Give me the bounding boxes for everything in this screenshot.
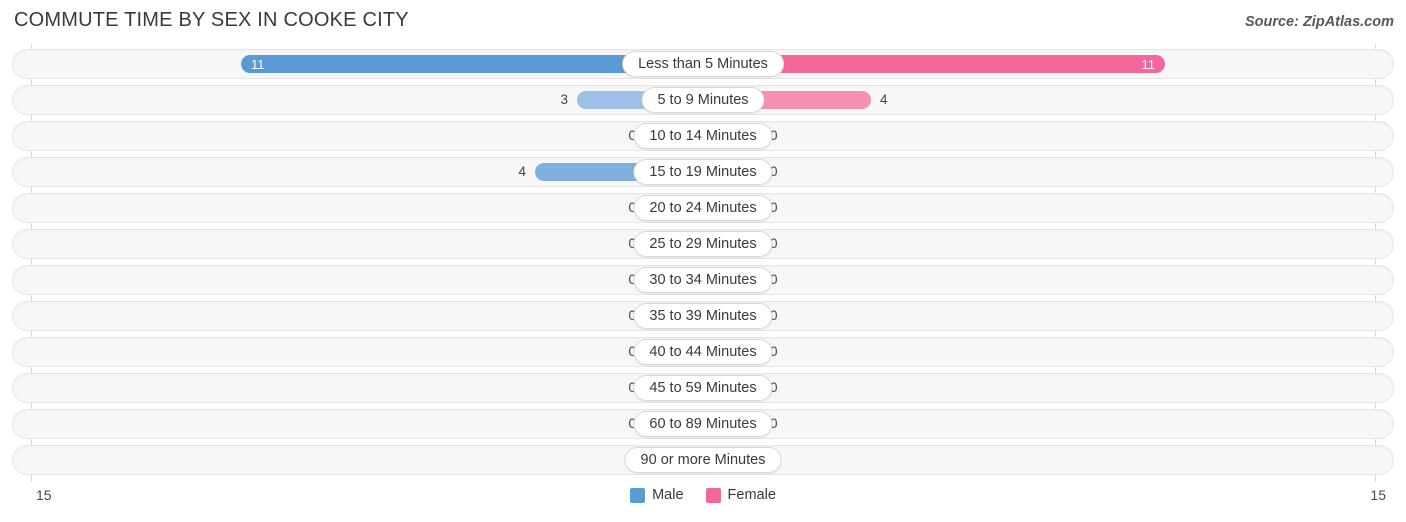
category-label: 45 to 59 Minutes — [633, 375, 773, 401]
bar-row: 0 0 35 to 39 Minutes — [0, 298, 1406, 334]
legend-item[interactable]: Male — [630, 487, 684, 503]
bar-row: 0090 or more Minutes — [0, 442, 1406, 478]
category-label: 35 to 39 Minutes — [633, 303, 773, 329]
category-label: 90 or more Minutes — [624, 447, 782, 473]
chart-plot-area: 11 11 Less than 5 Minutes 3 4 5 to 9 Minutes 0… — [0, 44, 1406, 482]
male-value: 4 — [518, 164, 526, 179]
bar-row: 0 0 40 to 44 Minutes — [0, 334, 1406, 370]
male-value: 11 — [251, 56, 265, 72]
female-value: 11 — [1141, 56, 1156, 72]
bar-row: 4 0 15 to 19 Minutes — [0, 154, 1406, 190]
legend-item[interactable]: Female — [705, 487, 776, 503]
chart-legend: Male Female — [0, 487, 1406, 503]
chart-footer: 15 15 Male Female — [0, 482, 1406, 522]
category-label: 60 to 89 Minutes — [633, 411, 773, 437]
category-label: 30 to 34 Minutes — [633, 267, 773, 293]
bar-row: 0 0 10 to 14 Minutes — [0, 118, 1406, 154]
male-value: 3 — [560, 92, 568, 107]
category-label: Less than 5 Minutes — [622, 51, 784, 77]
bar-row: 3 4 5 to 9 Minutes — [0, 82, 1406, 118]
legend-swatch-icon — [630, 487, 646, 503]
bar-row: 0 0 60 to 89 Minutes — [0, 406, 1406, 442]
bar-row: 0 0 25 to 29 Minutes — [0, 226, 1406, 262]
category-label: 40 to 44 Minutes — [633, 339, 773, 365]
source-attribution: Source: ZipAtlas.com — [1244, 14, 1394, 30]
bar-row: 0 0 30 to 34 Minutes — [0, 262, 1406, 298]
category-label: 5 to 9 Minutes — [641, 87, 765, 113]
legend-label: Female — [727, 487, 776, 503]
category-label: 25 to 29 Minutes — [633, 231, 773, 257]
category-label: 10 to 14 Minutes — [633, 123, 773, 149]
bar-rows-container: 11 11 Less than 5 Minutes 3 4 5 to 9 Minutes 0… — [0, 46, 1406, 478]
bar-row: 0 0 45 to 59 Minutes — [0, 370, 1406, 406]
bar-row: 11 11 Less than 5 Minutes — [0, 46, 1406, 82]
category-label: 15 to 19 Minutes — [633, 159, 773, 185]
chart-header: COMMUTE TIME BY SEX IN COOKE CITY Source… — [0, 0, 1406, 40]
legend-swatch-icon — [705, 487, 721, 503]
female-value: 4 — [880, 92, 888, 107]
legend-label: Male — [652, 487, 684, 503]
bar-row: 0 0 20 to 24 Minutes — [0, 190, 1406, 226]
page-title: COMMUTE TIME BY SEX IN COOKE CITY — [14, 9, 409, 31]
category-label: 20 to 24 Minutes — [633, 195, 773, 221]
